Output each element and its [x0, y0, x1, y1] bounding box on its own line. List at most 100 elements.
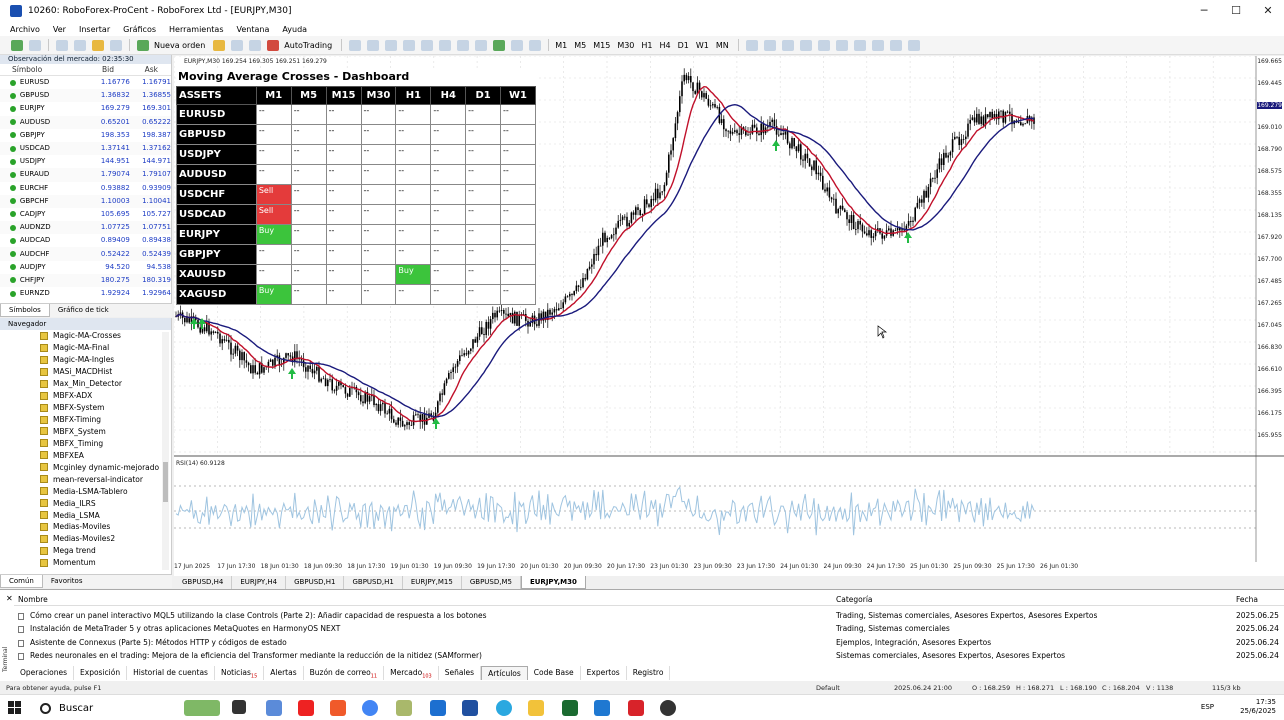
signals-icon[interactable] — [231, 39, 244, 51]
arrows-icon[interactable] — [907, 39, 920, 51]
tf-m1[interactable]: M1 — [555, 41, 567, 50]
autoscroll-icon[interactable] — [457, 39, 470, 51]
taskbar-search[interactable]: Buscar — [34, 699, 174, 717]
language-indicator[interactable]: ESP — [1201, 703, 1214, 711]
market-watch-row[interactable]: AUDCAD 0.89409 0.89438 — [0, 234, 171, 247]
templates-icon[interactable] — [529, 39, 542, 51]
line-chart-icon[interactable] — [385, 39, 398, 51]
chart-tab[interactable]: EURJPY,M15 — [403, 576, 462, 589]
toolbox-tab[interactable]: Registro — [627, 666, 671, 680]
navigator-item[interactable]: MASi_MACDHist — [0, 366, 171, 378]
toolbox-tab[interactable]: Señales — [439, 666, 482, 680]
tab-symbols[interactable]: Símbolos — [0, 304, 50, 317]
bar-chart-icon[interactable] — [349, 39, 362, 51]
column-name[interactable]: Nombre — [18, 595, 48, 604]
market-watch-row[interactable]: EURCHF 0.93882 0.93909 — [0, 182, 171, 195]
chart-window[interactable]: EURJPY,M30 169.254 169.305 169.251 169.2… — [174, 56, 1284, 576]
article-row[interactable]: Instalación de MetaTrader 5 y otras apli… — [14, 623, 1284, 636]
market-watch-row[interactable]: AUDNZD 1.07725 1.07751 — [0, 221, 171, 235]
toolbox-tab[interactable]: Historial de cuentas — [127, 666, 215, 680]
new-chart-icon[interactable] — [11, 39, 23, 51]
widgets-icon[interactable] — [184, 700, 220, 716]
navigator-item[interactable]: mean-reversal-indicator — [0, 473, 171, 485]
toolbox-tab[interactable]: Operaciones — [14, 666, 75, 680]
youtube-icon[interactable] — [298, 700, 314, 716]
chart-tab[interactable]: GBPUSD,H1 — [286, 576, 345, 589]
channel-icon[interactable] — [853, 39, 866, 51]
article-row[interactable]: Redes neuronales en el trading: Mejora d… — [14, 650, 1284, 663]
chart-tab[interactable]: GBPUSD,H4 — [174, 576, 233, 589]
navigator-scrollbar[interactable] — [162, 332, 169, 570]
brave-icon[interactable] — [330, 700, 346, 716]
navigator-item[interactable]: Media-LSMA-Tablero — [0, 485, 171, 497]
cursor-icon[interactable] — [745, 39, 758, 51]
windows-start-icon[interactable] — [8, 701, 22, 715]
tf-w1[interactable]: W1 — [696, 41, 709, 50]
tf-h4[interactable]: H4 — [660, 41, 671, 50]
chart-tab[interactable]: GBPUSD,M5 — [462, 576, 521, 589]
metaeditor-icon[interactable] — [213, 39, 226, 51]
trendline-icon[interactable] — [817, 39, 830, 51]
toolbox-close-icon[interactable]: ✕ — [6, 594, 13, 603]
navigator-item[interactable]: Magic-MA-Ingles — [0, 354, 171, 366]
copilot-icon[interactable] — [266, 700, 282, 716]
market-watch-row[interactable]: USDJPY 144.951 144.971 — [0, 155, 171, 168]
navigator-item[interactable]: Max_Min_Detector — [0, 378, 171, 390]
market-watch-row[interactable]: GBPJPY 198.353 198.387 — [0, 129, 171, 142]
text-icon[interactable] — [871, 39, 884, 51]
column-bid[interactable]: Bid — [84, 64, 114, 75]
article-row[interactable]: Asistente de Connexus (Parte 5): Métodos… — [14, 637, 1284, 650]
profiles-icon[interactable] — [29, 39, 41, 51]
navigator-item[interactable]: Magic-MA-Final — [0, 342, 171, 354]
navigator-item[interactable]: Momentum — [0, 557, 171, 569]
fibonacci-icon[interactable] — [835, 39, 848, 51]
navigator-item[interactable]: MBFX_System — [0, 426, 171, 438]
market-watch-row[interactable]: EURNZD 1.92924 1.92964 — [0, 287, 171, 300]
chart-tab[interactable]: GBPUSD,H1 — [344, 576, 403, 589]
navigator-item[interactable]: MBFXEA — [0, 449, 171, 461]
navigator-item[interactable]: Media_LSMA — [0, 509, 171, 521]
autotrading-icon[interactable] — [267, 39, 280, 51]
market-watch-row[interactable]: AUDJPY 94.520 94.538 — [0, 261, 171, 274]
menu-archivo[interactable]: Archivo — [10, 25, 40, 34]
market-watch-row[interactable]: AUDUSD 0.65201 0.65222 — [0, 115, 171, 129]
navigator-item[interactable]: Media_ILRS — [0, 497, 171, 509]
tf-m5[interactable]: M5 — [574, 41, 586, 50]
vertical-line-icon[interactable] — [781, 39, 794, 51]
vscode-icon[interactable] — [594, 700, 610, 716]
menu-ayuda[interactable]: Ayuda — [282, 25, 307, 34]
app-icon[interactable] — [396, 700, 412, 716]
market-watch-row[interactable]: CHFJPY 180.275 180.319 — [0, 273, 171, 287]
tf-d1[interactable]: D1 — [678, 41, 689, 50]
market-watch-row[interactable]: AUDCHF 0.52422 0.52439 — [0, 247, 171, 261]
navigator-item[interactable]: Medias-Moviles — [0, 521, 171, 533]
github-icon[interactable] — [660, 700, 676, 716]
tf-m30[interactable]: M30 — [617, 41, 634, 50]
opera-icon[interactable] — [628, 700, 644, 716]
article-row[interactable]: Cómo crear un panel interactivo MQL5 uti… — [14, 610, 1284, 623]
toolbox-tab[interactable]: Exposición — [74, 666, 128, 680]
market-watch-row[interactable]: GBPUSD 1.36832 1.36855 — [0, 89, 171, 103]
metaeditor-taskbar-icon[interactable] — [562, 700, 578, 716]
scrollbar-thumb[interactable] — [163, 462, 168, 502]
market-watch-icon[interactable] — [56, 39, 68, 51]
zoom-in-icon[interactable] — [403, 39, 416, 51]
toolbox-tab[interactable]: Mercado103 — [384, 666, 439, 680]
zoom-out-icon[interactable] — [421, 39, 434, 51]
market-watch-row[interactable]: EURAUD 1.79074 1.79107 — [0, 168, 171, 182]
navigator-item[interactable]: MBFX-Timing — [0, 414, 171, 426]
tile-windows-icon[interactable] — [439, 39, 452, 51]
market-watch-row[interactable]: CADJPY 105.695 105.727 — [0, 208, 171, 221]
menu-insertar[interactable]: Insertar — [79, 25, 110, 34]
navigator-item[interactable]: MBFX-ADX — [0, 390, 171, 402]
new-order-button[interactable]: Nueva orden — [154, 41, 205, 50]
task-view-icon[interactable] — [232, 700, 246, 714]
column-symbol[interactable]: Símbolo — [0, 64, 84, 75]
tab-favoritos[interactable]: Favoritos — [43, 575, 91, 588]
market-watch-row[interactable]: EURUSD 1.16776 1.16791 — [0, 76, 171, 89]
terminal-icon[interactable] — [110, 39, 122, 51]
clock[interactable]: 17:35 25/6/2025 — [1240, 698, 1276, 716]
column-category[interactable]: Categoría — [836, 595, 873, 604]
toolbox-tab[interactable]: Buzón de correo11 — [304, 666, 385, 680]
market-watch-row[interactable]: EURJPY 169.279 169.301 — [0, 102, 171, 115]
